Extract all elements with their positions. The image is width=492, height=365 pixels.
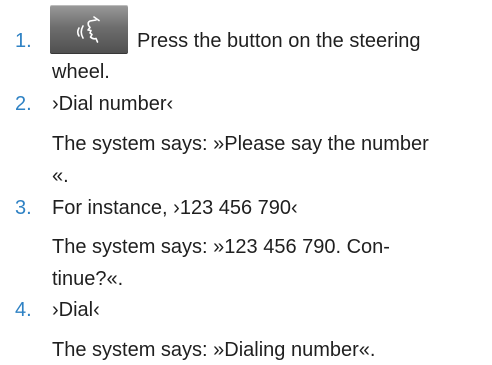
step-number: 1. — [15, 30, 32, 52]
step-text: Press the button on the steering — [137, 30, 421, 52]
voice-command: ›Dial number‹ — [52, 93, 174, 115]
voice-control-icon — [76, 16, 100, 43]
system-response: «. — [52, 165, 69, 187]
system-response: The system says: »Please say the number — [52, 133, 429, 155]
step-number: 2. — [15, 93, 32, 115]
voice-command: ›Dial‹ — [52, 299, 100, 321]
system-response: The system says: »123 456 790. Con- — [52, 236, 390, 258]
steering-wheel-voice-button — [50, 5, 128, 54]
step-number: 4. — [15, 299, 32, 321]
voice-command: For instance, ›123 456 790‹ — [52, 197, 298, 219]
step-text: wheel. — [52, 61, 110, 83]
system-response: tinue?«. — [52, 268, 124, 290]
step-number: 3. — [15, 197, 32, 219]
system-response: The system says: »Dialing number«. — [52, 339, 376, 361]
